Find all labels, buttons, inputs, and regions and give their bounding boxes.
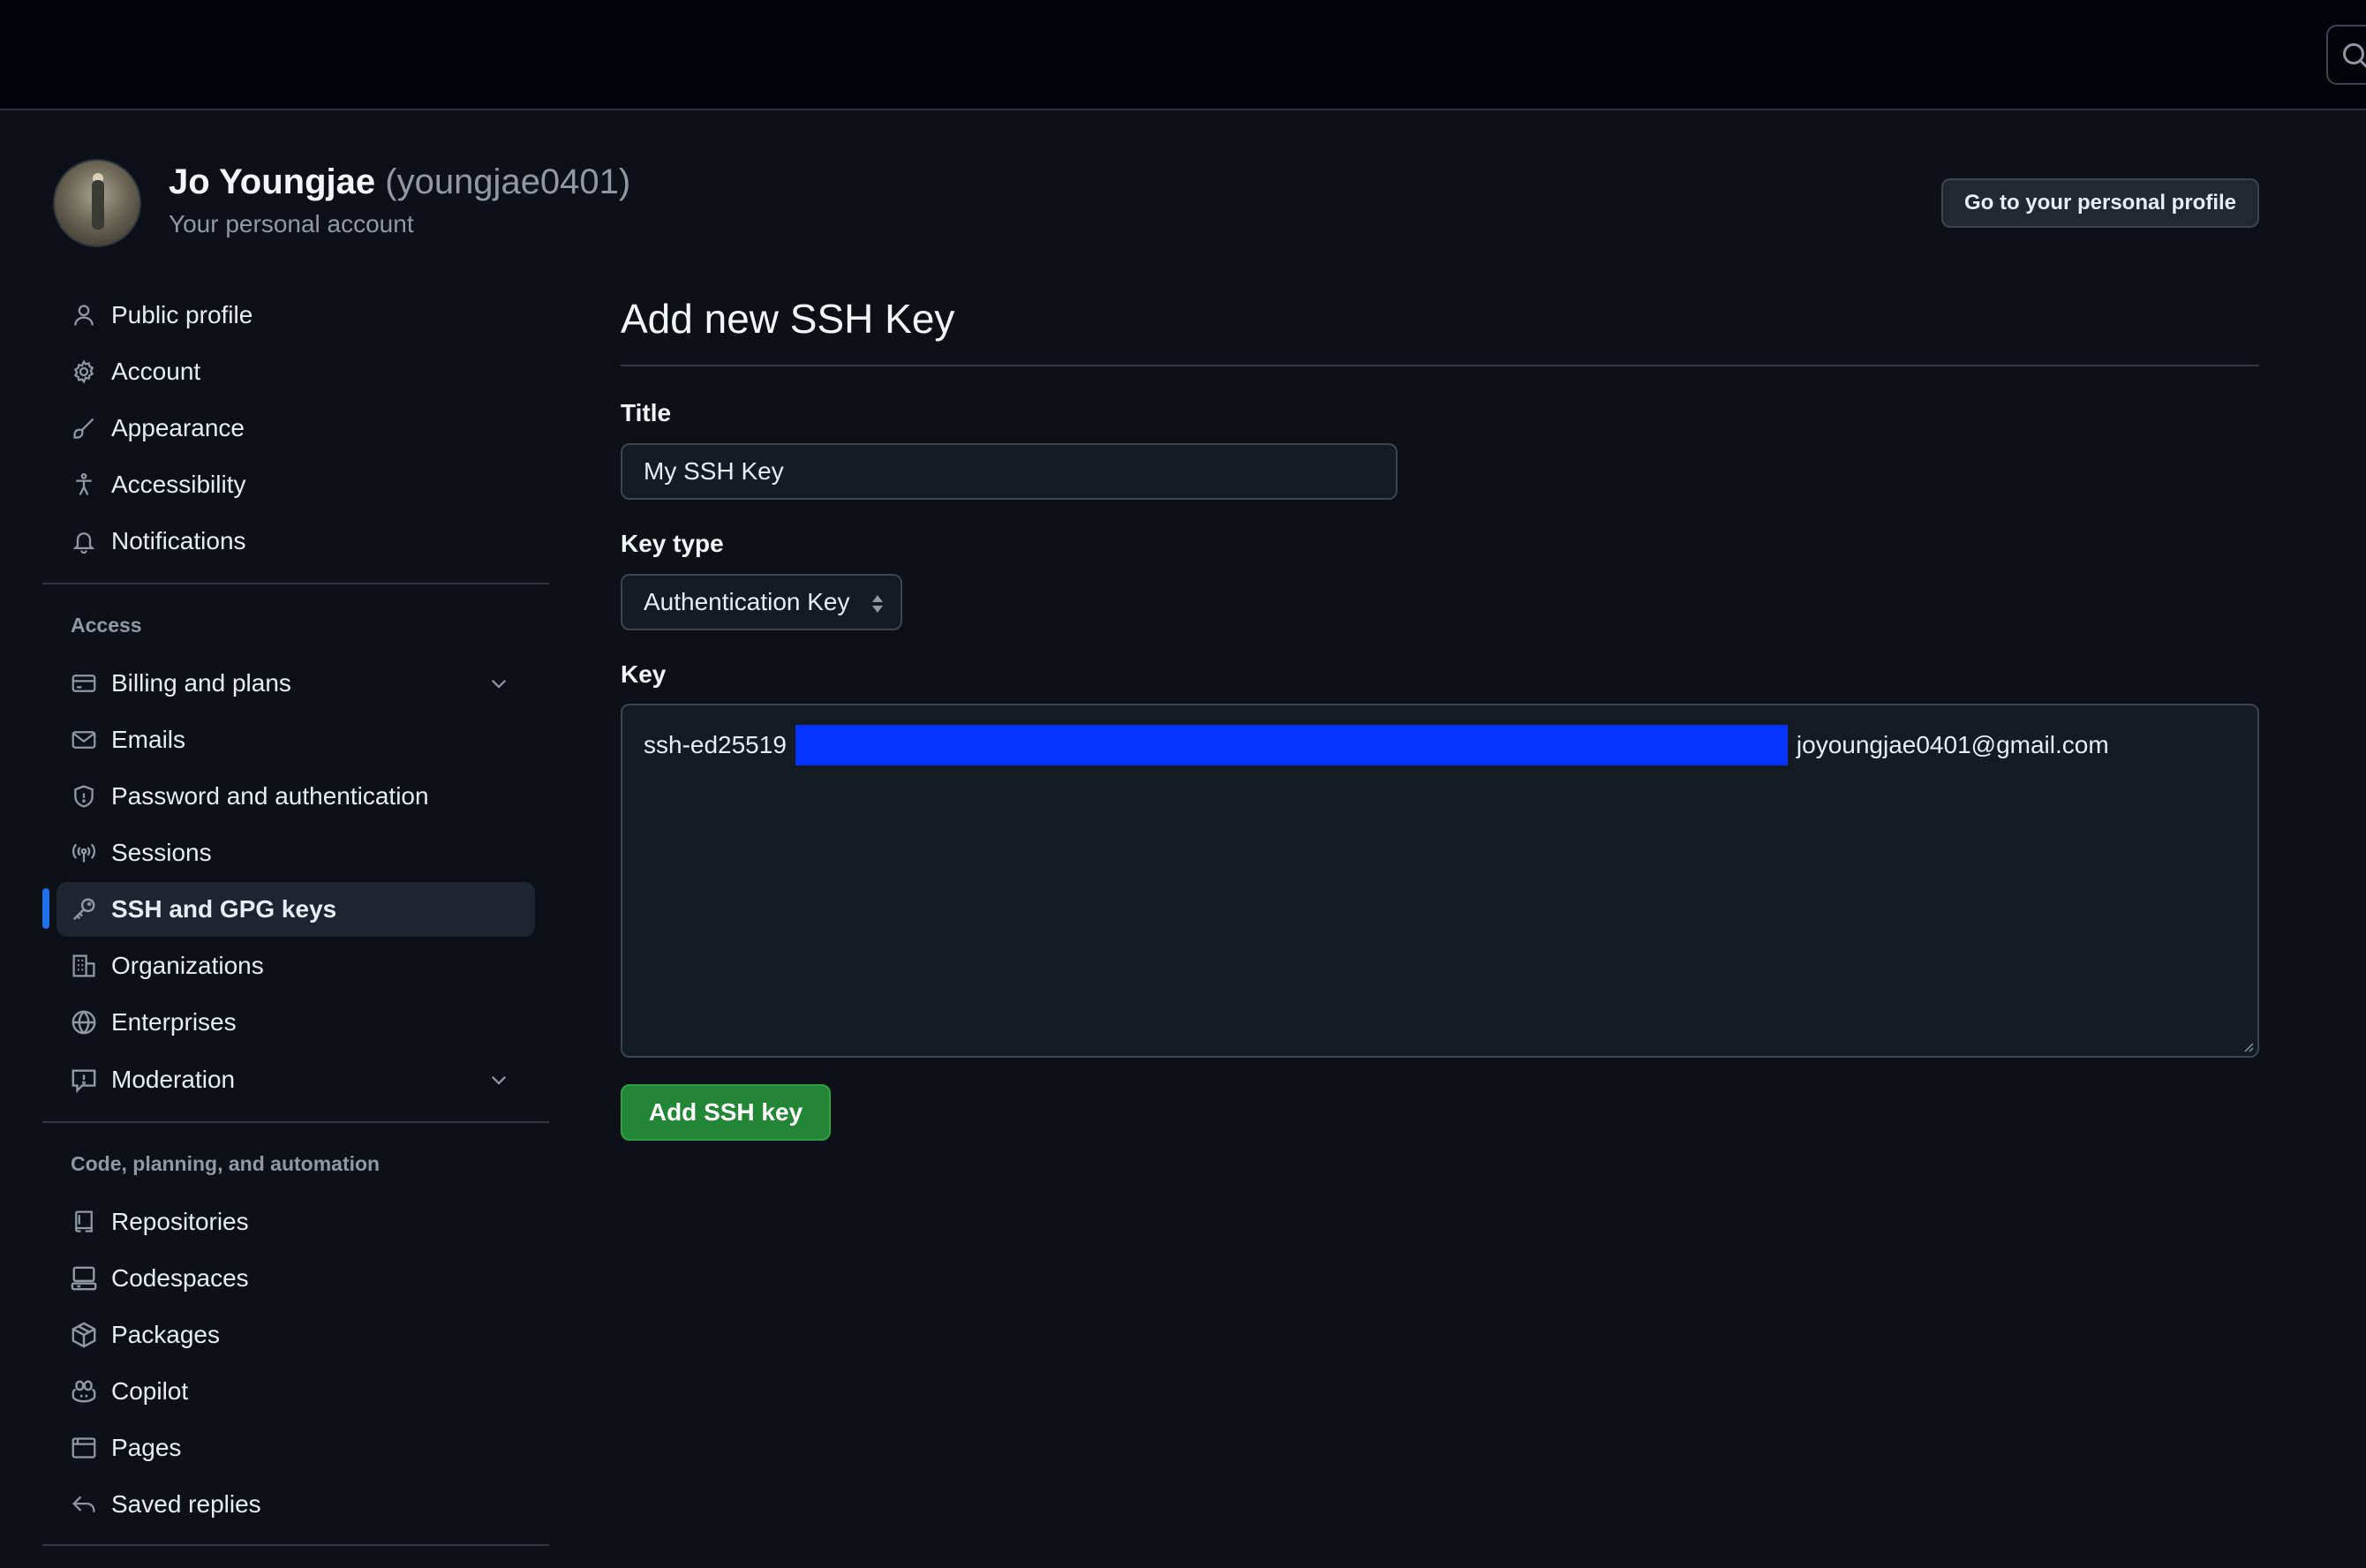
sidebar-item-sessions[interactable]: Sessions	[57, 825, 535, 880]
person-icon	[69, 300, 99, 330]
active-indicator	[42, 888, 49, 929]
sidebar-item-repositories[interactable]: Repositories	[57, 1195, 535, 1249]
bell-icon	[69, 526, 99, 556]
profile-name: Jo Youngjae (youngjae0401)	[169, 162, 630, 202]
sidebar-item-account[interactable]: Account	[57, 344, 535, 399]
browser-icon	[69, 1433, 99, 1463]
accessibility-icon	[69, 470, 99, 500]
sidebar-item-billing[interactable]: Billing and plans	[57, 656, 535, 711]
codespaces-icon	[69, 1263, 99, 1293]
key-prefix: ssh-ed25519	[644, 731, 787, 758]
sidebar-item-accessibility[interactable]: Accessibility	[57, 457, 535, 512]
sidebar-item-label: Repositories	[111, 1208, 249, 1235]
sidebar-item-appearance[interactable]: Appearance	[57, 401, 535, 456]
sidebar-divider	[42, 583, 549, 584]
sidebar-item-label: Public profile	[111, 301, 253, 328]
add-ssh-key-button[interactable]: Add SSH key	[621, 1084, 831, 1141]
gear-icon	[69, 357, 99, 387]
sidebar-item-moderation[interactable]: Moderation	[57, 1052, 535, 1107]
chevron-down-icon[interactable]	[487, 672, 510, 695]
sidebar-item-label: Account	[111, 358, 201, 385]
key-textarea[interactable]: ssh-ed25519 joyoungjae0401@gmail.com	[621, 704, 2259, 1058]
resize-handle-icon[interactable]	[2242, 1040, 2254, 1052]
sidebar-item-label: Pages	[111, 1434, 182, 1461]
sidebar-item-label: Sessions	[111, 839, 212, 866]
sidebar-item-label: Accessibility	[111, 471, 246, 498]
sidebar-item-label: Organizations	[111, 952, 264, 979]
organization-icon	[69, 951, 99, 981]
sidebar-item-organizations[interactable]: Organizations	[57, 939, 535, 993]
sidebar-item-emails[interactable]: Emails	[57, 712, 535, 767]
select-arrows-icon	[872, 595, 883, 613]
chevron-down-icon[interactable]	[487, 1068, 510, 1091]
mail-icon	[69, 725, 99, 755]
sidebar-item-label: Moderation	[111, 1066, 236, 1093]
avatar	[53, 159, 141, 247]
search-button[interactable]	[2326, 25, 2366, 85]
sidebar-item-codespaces[interactable]: Codespaces	[57, 1251, 535, 1306]
sidebar-section-access: Access	[71, 614, 142, 637]
sidebar-item-label: Packages	[111, 1321, 220, 1348]
sidebar-item-saved-replies[interactable]: Saved replies	[57, 1477, 535, 1532]
sidebar-item-copilot[interactable]: Copilot	[57, 1364, 535, 1419]
sidebar-item-enterprises[interactable]: Enterprises	[57, 995, 535, 1050]
report-icon	[69, 1065, 99, 1095]
sidebar-item-ssh-gpg-keys[interactable]: SSH and GPG keys	[57, 882, 535, 937]
sidebar-item-label: Notifications	[111, 527, 246, 554]
package-icon	[69, 1320, 99, 1350]
key-content: ssh-ed25519 joyoungjae0401@gmail.com	[644, 725, 2109, 765]
profile-handle: (youngjae0401)	[385, 162, 631, 201]
sidebar-item-label: Enterprises	[111, 1008, 237, 1036]
key-type-value: Authentication Key	[644, 588, 850, 615]
key-type-select[interactable]: Authentication Key	[621, 574, 902, 630]
sidebar-item-label: Emails	[111, 726, 186, 753]
sidebar-item-label: Appearance	[111, 414, 245, 441]
search-icon	[2343, 43, 2366, 69]
globe-icon	[69, 1007, 99, 1037]
title-divider	[621, 365, 2259, 366]
title-input[interactable]	[621, 443, 1398, 500]
top-bar	[0, 0, 2366, 110]
sidebar-item-label: Codespaces	[111, 1264, 249, 1292]
key-comment: joyoungjae0401@gmail.com	[1796, 731, 2109, 758]
sidebar-section-code: Code, planning, and automation	[71, 1152, 381, 1175]
key-icon	[69, 894, 99, 924]
credit-card-icon	[69, 668, 99, 698]
copilot-icon	[69, 1376, 99, 1406]
page-title: Add new SSH Key	[621, 296, 955, 342]
sidebar-item-label: Copilot	[111, 1377, 189, 1405]
sidebar-divider	[42, 1544, 549, 1546]
title-label: Title	[621, 399, 672, 426]
key-type-label: Key type	[621, 530, 724, 557]
sidebar-item-label: Saved replies	[111, 1490, 261, 1518]
sidebar-divider	[42, 1121, 549, 1123]
broadcast-icon	[69, 838, 99, 868]
sidebar-item-notifications[interactable]: Notifications	[57, 514, 535, 569]
profile-subtitle: Your personal account	[169, 210, 414, 237]
sidebar-item-password[interactable]: Password and authentication	[57, 769, 535, 824]
shield-icon	[69, 781, 99, 811]
profile-display-name: Jo Youngjae	[169, 162, 376, 201]
repo-icon	[69, 1207, 99, 1237]
sidebar-item-packages[interactable]: Packages	[57, 1308, 535, 1362]
sidebar-item-pages[interactable]: Pages	[57, 1421, 535, 1475]
sidebar-item-label: SSH and GPG keys	[111, 895, 337, 923]
go-to-profile-button[interactable]: Go to your personal profile	[1941, 178, 2259, 228]
sidebar-item-public-profile[interactable]: Public profile	[57, 288, 535, 343]
key-label: Key	[621, 660, 667, 688]
reply-icon	[69, 1489, 99, 1519]
paintbrush-icon	[69, 413, 99, 443]
sidebar-item-label: Billing and plans	[111, 669, 291, 697]
sidebar-item-label: Password and authentication	[111, 782, 429, 810]
redacted-key-body	[795, 725, 1788, 765]
